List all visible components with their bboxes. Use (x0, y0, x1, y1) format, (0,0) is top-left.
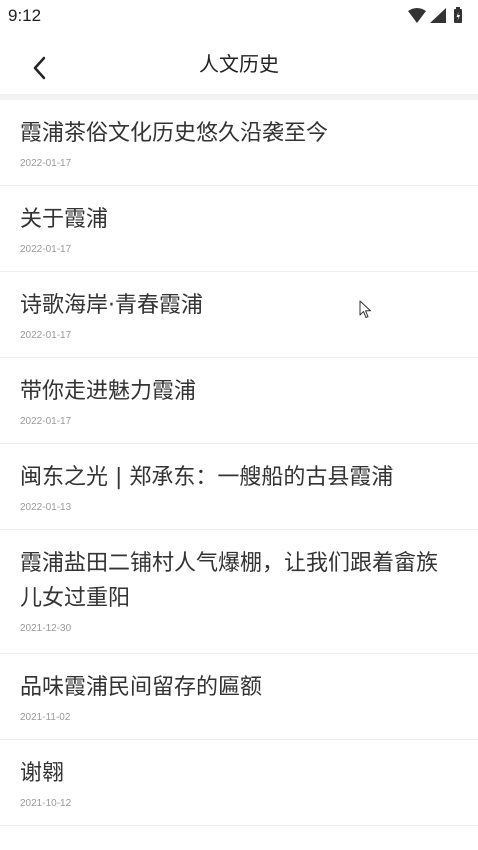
article-date: 2022-01-17 (20, 416, 72, 427)
list-item[interactable]: 闽东之光 | 郑承东：一艘船的古县霞浦 2022-01-13 (0, 444, 478, 530)
article-date: 2022-01-17 (20, 158, 72, 169)
article-date: 2022-01-17 (20, 330, 72, 341)
battery-icon (454, 7, 462, 23)
header-bar: 人文历史 (0, 34, 478, 94)
list-item[interactable]: 谢翱 2021-10-12 (0, 740, 478, 826)
article-date: 2021-11-02 (20, 712, 71, 723)
list-item[interactable]: 关于霞浦 2022-01-17 (0, 186, 478, 272)
article-title: 谢翱 (20, 761, 65, 786)
status-time: 9:12 (8, 6, 42, 25)
list-item[interactable]: 霞浦茶俗文化历史悠久沿袭至今 2022-01-17 (0, 100, 478, 186)
status-bar: 9:12 (0, 0, 478, 34)
article-date: 2022-01-17 (20, 244, 72, 255)
signal-icon (430, 8, 446, 23)
article-title: 霞浦茶俗文化历史悠久沿袭至今 (20, 121, 329, 146)
article-title: 带你走进魅力霞浦 (20, 379, 197, 404)
article-title: 诗歌海岸·青春霞浦 (20, 293, 203, 318)
list-item[interactable]: 品味霞浦民间留存的匾额 2021-11-02 (0, 654, 478, 740)
article-date: 2022-01-13 (20, 502, 72, 513)
list-item[interactable]: 带你走进魅力霞浦 2022-01-17 (0, 358, 478, 444)
article-date: 2021-10-12 (20, 798, 72, 809)
article-title: 霞浦盐田二铺村人气爆棚，让我们跟着畲族儿女过重阳 (20, 551, 439, 611)
status-icons (408, 7, 462, 23)
list-item[interactable]: 诗歌海岸·青春霞浦 2022-01-17 (0, 272, 478, 358)
wifi-icon (408, 8, 426, 23)
article-title: 闽东之光 | 郑承东：一艘船的古县霞浦 (20, 465, 394, 490)
article-date: 2021-12-30 (20, 623, 72, 634)
list-item[interactable]: 霞浦盐田二铺村人气爆棚，让我们跟着畲族儿女过重阳 2021-12-30 (0, 530, 478, 654)
article-title: 品味霞浦民间留存的匾额 (20, 675, 263, 700)
page-title: 人文历史 (199, 52, 279, 76)
mouse-cursor-icon (359, 300, 371, 318)
article-list: 霞浦茶俗文化历史悠久沿袭至今 2022-01-17 关于霞浦 2022-01-1… (0, 100, 478, 826)
article-title: 关于霞浦 (20, 207, 109, 232)
